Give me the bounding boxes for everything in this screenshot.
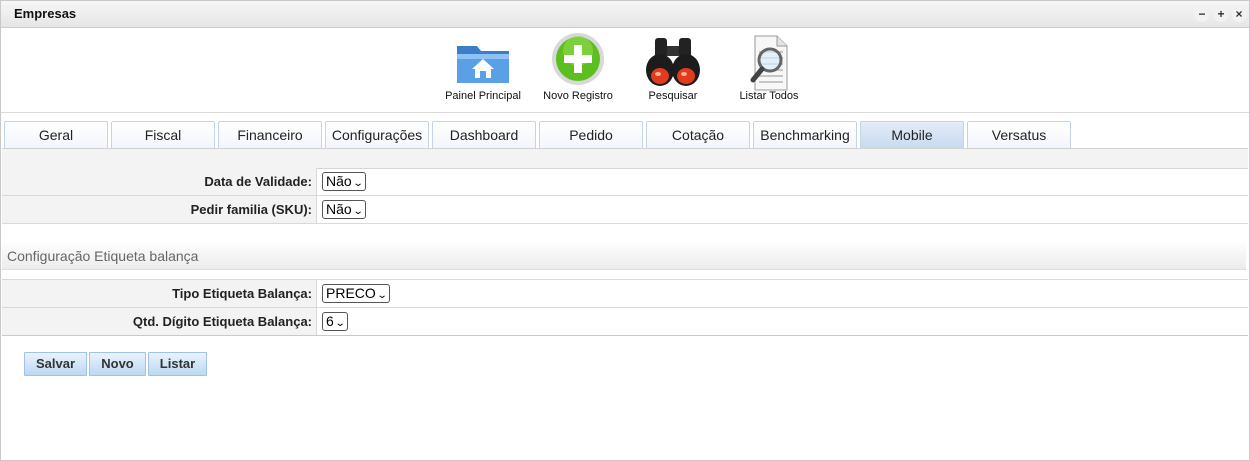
- title-bar: Empresas − + ×: [1, 1, 1249, 28]
- tipo-etiqueta-label: Tipo Etiqueta Balança:: [2, 279, 317, 308]
- section-title: Configuração Etiqueta balança: [7, 248, 199, 264]
- divider: [2, 335, 1248, 336]
- section-header: Configuração Etiqueta balança: [2, 241, 1246, 270]
- novo-button[interactable]: Novo: [89, 352, 146, 376]
- etiqueta-form: Tipo Etiqueta Balança: PRECO⌄ Qtd. Dígit…: [2, 279, 1248, 336]
- add-icon: [548, 32, 608, 92]
- listar-button[interactable]: Listar: [148, 352, 207, 376]
- binoculars-icon: [643, 32, 703, 92]
- close-icon[interactable]: ×: [1232, 8, 1246, 22]
- toolbar: Painel Principal Novo Registro Pesquisar…: [1, 28, 1249, 113]
- chevron-down-icon: ⌄: [352, 178, 364, 189]
- tab-panel-header: [2, 148, 1248, 169]
- mobile-form: Data de Validade: Não⌄ Pedir familia (SK…: [2, 168, 1248, 224]
- chevron-down-icon: ⌄: [376, 290, 388, 301]
- tab-versatus[interactable]: Versatus: [967, 121, 1071, 148]
- window-title: Empresas: [14, 6, 77, 21]
- document-search-icon: [739, 32, 799, 92]
- tab-fiscal[interactable]: Fiscal: [111, 121, 215, 148]
- form-row-data-validade: Data de Validade: Não⌄: [2, 168, 1248, 196]
- window: Empresas − + × Painel Principal Novo Reg…: [0, 0, 1250, 461]
- salvar-button[interactable]: Salvar: [24, 352, 87, 376]
- data-validade-select[interactable]: Não⌄: [322, 172, 367, 191]
- data-validade-label: Data de Validade:: [2, 168, 317, 196]
- maximize-icon[interactable]: +: [1214, 8, 1228, 22]
- tipo-etiqueta-select[interactable]: PRECO⌄: [322, 284, 391, 303]
- chevron-down-icon: ⌄: [334, 318, 346, 329]
- tab-benchmarking[interactable]: Benchmarking: [753, 121, 857, 148]
- pedir-familia-select[interactable]: Não⌄: [322, 200, 367, 219]
- tab-configuracoes[interactable]: Configurações: [325, 121, 429, 148]
- form-row-tipo-etiqueta: Tipo Etiqueta Balança: PRECO⌄: [2, 279, 1248, 308]
- form-row-pedir-familia: Pedir familia (SKU): Não⌄: [2, 195, 1248, 224]
- minimize-icon[interactable]: −: [1195, 8, 1209, 22]
- painel-principal-button[interactable]: Painel Principal: [441, 32, 525, 102]
- listar-todos-button[interactable]: Listar Todos: [727, 32, 811, 102]
- home-folder-icon: [453, 32, 513, 92]
- tab-mobile[interactable]: Mobile: [860, 121, 964, 148]
- pedir-familia-label: Pedir familia (SKU):: [2, 195, 317, 224]
- chevron-down-icon: ⌄: [352, 206, 364, 217]
- novo-registro-button[interactable]: Novo Registro: [536, 32, 620, 102]
- qtd-digito-label: Qtd. Dígito Etiqueta Balança:: [2, 307, 317, 336]
- pesquisar-button[interactable]: Pesquisar: [631, 32, 715, 102]
- tab-dashboard[interactable]: Dashboard: [432, 121, 536, 148]
- tab-pedido[interactable]: Pedido: [539, 121, 643, 148]
- tab-geral[interactable]: Geral: [4, 121, 108, 148]
- tab-cotacao[interactable]: Cotação: [646, 121, 750, 148]
- form-row-qtd-digito: Qtd. Dígito Etiqueta Balança: 6⌄: [2, 307, 1248, 336]
- tab-financeiro[interactable]: Financeiro: [218, 121, 322, 148]
- qtd-digito-select[interactable]: 6⌄: [322, 312, 349, 331]
